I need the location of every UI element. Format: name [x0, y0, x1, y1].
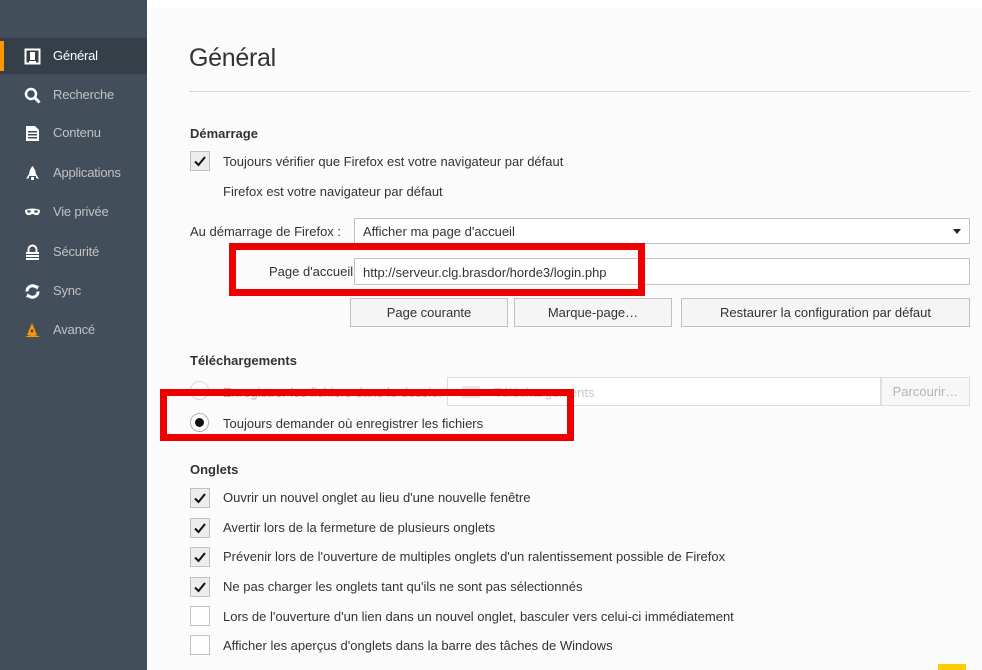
tab-option-checkbox[interactable] — [190, 606, 210, 626]
sidebar-item-applications[interactable]: Applications — [0, 155, 147, 191]
sidebar: Général Recherche Contenu Applications V… — [0, 0, 147, 670]
startup-heading: Démarrage — [190, 126, 258, 141]
page-title: Général — [189, 44, 276, 72]
chevron-down-icon — [953, 229, 961, 234]
checkmark-icon — [194, 581, 206, 592]
sync-icon — [24, 283, 41, 300]
corner-marker — [938, 664, 966, 670]
restore-default-button[interactable]: Restaurer la configuration par défaut — [681, 298, 970, 327]
title-divider — [189, 91, 970, 92]
sidebar-item-search[interactable]: Recherche — [0, 77, 147, 113]
checkmark-icon — [194, 155, 206, 166]
sidebar-item-label: Vie privée — [53, 204, 109, 219]
sidebar-item-privacy[interactable]: Vie privée — [0, 194, 147, 230]
on-start-label: Au démarrage de Firefox : — [190, 224, 342, 239]
lock-icon — [24, 244, 41, 261]
default-browser-checkbox[interactable] — [190, 151, 210, 171]
sidebar-item-content[interactable]: Contenu — [0, 115, 147, 151]
sidebar-item-general[interactable]: Général — [0, 38, 147, 74]
always-ask-highlight-box — [160, 389, 574, 441]
checkmark-icon — [194, 492, 206, 503]
sidebar-item-label: Sync — [53, 283, 82, 298]
sidebar-item-advanced[interactable]: Avancé — [0, 312, 147, 348]
sidebar-item-label: Recherche — [53, 87, 115, 102]
document-icon — [24, 125, 41, 142]
main-content: Général Démarrage Toujours vérifier que … — [147, 0, 982, 670]
tab-option-checkbox[interactable] — [190, 635, 210, 655]
default-browser-label: Toujours vérifier que Firefox est votre … — [223, 154, 564, 169]
checkmark-icon — [194, 551, 206, 562]
tabs-heading: Onglets — [190, 462, 239, 477]
general-icon — [24, 48, 41, 65]
mask-icon — [24, 204, 41, 221]
sidebar-item-label: Général — [53, 48, 98, 63]
rocket-icon — [24, 165, 41, 182]
sidebar-item-label: Contenu — [53, 125, 101, 140]
tab-option-checkbox[interactable] — [190, 488, 210, 508]
sidebar-item-label: Sécurité — [53, 244, 100, 259]
on-start-value: Afficher ma page d'accueil — [363, 224, 515, 239]
tab-option-label: Ne pas charger les onglets tant qu'ils n… — [223, 579, 583, 594]
tab-option-label: Ouvrir un nouvel onglet au lieu d'une no… — [223, 490, 531, 505]
checkmark-icon — [194, 522, 206, 533]
default-browser-status: Firefox est votre navigateur par défaut — [223, 184, 443, 199]
homepage-highlight-box — [229, 243, 645, 296]
sidebar-item-security[interactable]: Sécurité — [0, 234, 147, 270]
browse-button[interactable]: Parcourir… — [881, 377, 970, 406]
downloads-heading: Téléchargements — [190, 353, 297, 368]
tab-option-checkbox[interactable] — [190, 518, 210, 538]
sidebar-item-label: Applications — [53, 165, 121, 180]
wizard-hat-icon — [24, 322, 41, 339]
current-page-button[interactable]: Page courante — [350, 298, 508, 327]
sidebar-item-sync[interactable]: Sync — [0, 273, 147, 309]
tab-option-label: Prévenir lors de l'ouverture de multiple… — [223, 549, 726, 564]
tab-option-checkbox[interactable] — [190, 547, 210, 567]
bookmark-button[interactable]: Marque-page… — [514, 298, 672, 327]
tab-option-checkbox[interactable] — [190, 577, 210, 597]
tab-option-label: Afficher les aperçus d'onglets dans la b… — [223, 638, 613, 653]
search-icon — [24, 87, 41, 104]
on-start-select[interactable]: Afficher ma page d'accueil — [354, 218, 970, 244]
sidebar-item-label: Avancé — [53, 322, 95, 337]
tab-option-label: Lors de l'ouverture d'un lien dans un no… — [223, 609, 734, 624]
tab-option-label: Avertir lors de la fermeture de plusieur… — [223, 520, 496, 535]
